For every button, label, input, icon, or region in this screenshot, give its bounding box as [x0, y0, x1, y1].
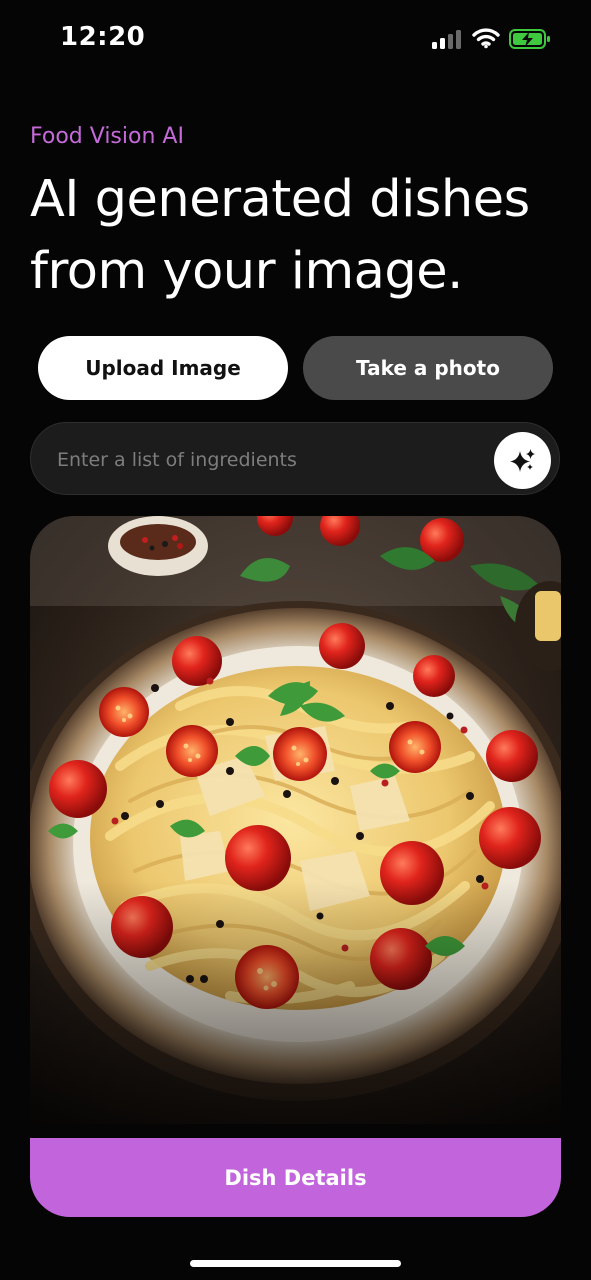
take-photo-button[interactable]: Take a photo [303, 336, 553, 400]
generate-button[interactable] [494, 432, 551, 489]
dish-image [30, 516, 561, 1124]
status-bar: 12:20 [0, 0, 591, 80]
upload-image-button[interactable]: Upload Image [38, 336, 288, 400]
cellular-signal-icon [432, 30, 461, 49]
home-indicator[interactable] [190, 1260, 401, 1267]
ingredients-input[interactable] [55, 441, 489, 479]
dish-details-button[interactable]: Dish Details [30, 1138, 561, 1217]
battery-charging-icon [509, 29, 550, 49]
ingredients-field [30, 422, 560, 495]
brand-label: Food Vision AI [30, 124, 184, 149]
sparkle-icon [509, 448, 535, 472]
status-time: 12:20 [60, 22, 146, 52]
wifi-icon [472, 28, 500, 49]
page-title: AI generated dishes from your image. [30, 170, 530, 301]
